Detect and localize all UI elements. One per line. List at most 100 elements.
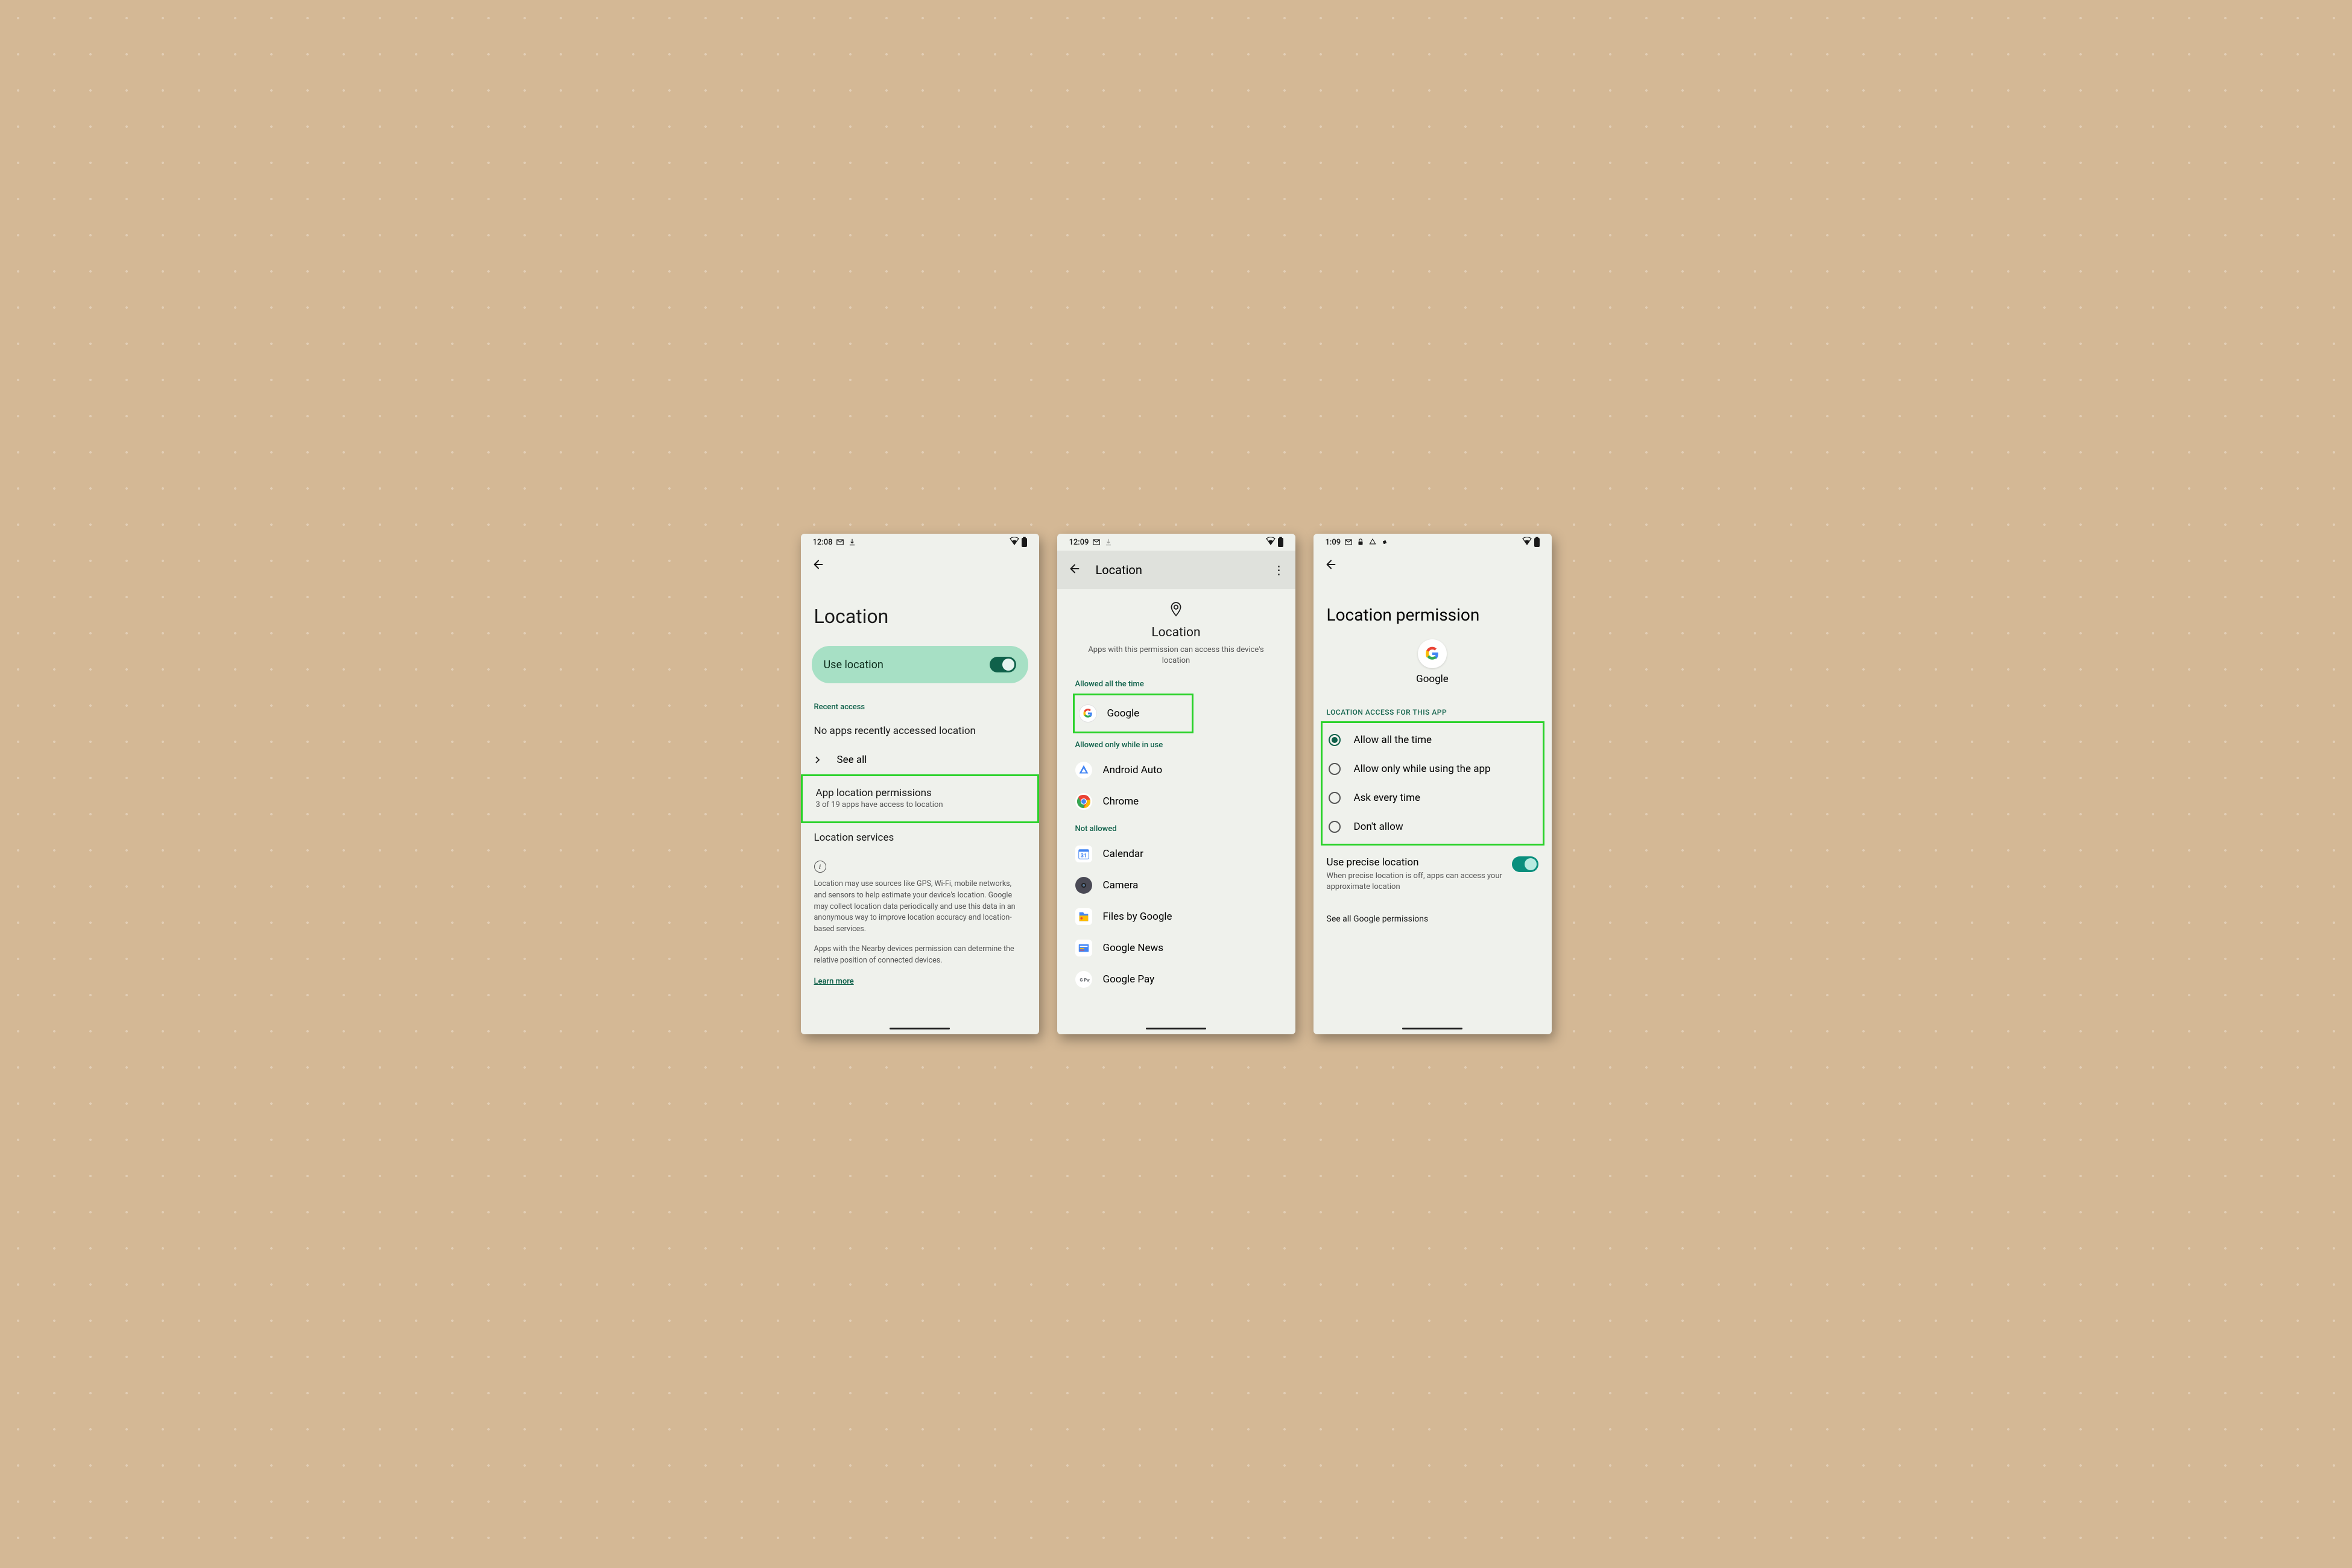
page-title: Location — [801, 581, 1039, 646]
precise-title: Use precise location — [1327, 856, 1506, 868]
header — [801, 551, 1039, 581]
back-arrow-icon[interactable] — [812, 558, 825, 574]
app-google-label: Google — [1107, 707, 1140, 719]
header-title: Location — [1096, 563, 1142, 577]
app-calendar-label: Calendar — [1103, 848, 1143, 860]
radio-icon — [1329, 792, 1341, 804]
app-android-auto-label: Android Auto — [1103, 764, 1163, 776]
header — [1314, 551, 1552, 581]
use-location-label: Use location — [824, 659, 884, 671]
app-google-news[interactable]: Google News — [1075, 932, 1277, 964]
radio-allow-inuse[interactable]: Allow only while using the app — [1329, 754, 1537, 783]
gmail-icon — [1092, 538, 1101, 546]
see-all-label: See all — [837, 754, 867, 766]
download-icon — [1104, 538, 1113, 546]
gmail-icon — [836, 538, 844, 546]
section-not: Not allowed — [1075, 824, 1277, 833]
section-inuse: Allowed only while in use — [1075, 741, 1277, 750]
precise-subtitle: When precise location is off, apps can a… — [1327, 871, 1506, 893]
screen-location-permission: 1:09 Location permission Go — [1314, 534, 1552, 1034]
use-location-toggle-row[interactable]: Use location — [812, 646, 1028, 683]
app-google-pay[interactable]: G Pay Google Pay — [1075, 964, 1277, 995]
status-bar: 1:09 — [1314, 534, 1552, 551]
app-google-pay-label: Google Pay — [1103, 973, 1155, 985]
app-google[interactable]: Google — [1080, 698, 1187, 729]
nav-handle[interactable] — [1402, 1028, 1462, 1029]
location-center-desc: Apps with this permission can access thi… — [1075, 645, 1277, 666]
radio-ask[interactable]: Ask every time — [1329, 783, 1537, 812]
wifi-icon — [1266, 537, 1276, 548]
app-permissions-subtitle: 3 of 19 apps have access to location — [816, 800, 1024, 809]
see-all-button[interactable]: See all — [814, 745, 1026, 774]
svg-text:31: 31 — [1080, 853, 1087, 859]
radio-allow-all[interactable]: Allow all the time — [1329, 726, 1537, 754]
header: Location ⋮ — [1057, 551, 1295, 589]
location-services-row[interactable]: Location services — [814, 823, 1026, 852]
app-files[interactable]: Files by Google — [1075, 901, 1277, 932]
info-icon: i — [814, 861, 826, 873]
app-chrome[interactable]: Chrome — [1075, 786, 1277, 817]
precise-location-row[interactable]: Use precise location When precise locati… — [1327, 846, 1538, 903]
back-arrow-icon[interactable] — [1324, 558, 1338, 574]
app-name-label: Google — [1314, 673, 1552, 685]
google-news-icon — [1075, 940, 1092, 956]
download-icon — [848, 538, 856, 546]
location-access-label: LOCATION ACCESS FOR THIS APP — [1327, 708, 1538, 716]
page-title: Location permission — [1314, 581, 1552, 639]
location-header-block: Location Apps with this permission can a… — [1057, 589, 1295, 675]
app-permissions-title: App location permissions — [816, 787, 1024, 799]
screen-location-settings: 12:08 Location Use location Recent acces… — [801, 534, 1039, 1034]
status-bar: 12:09 — [1057, 534, 1295, 551]
status-time: 1:09 — [1326, 538, 1341, 547]
app-files-label: Files by Google — [1103, 911, 1172, 923]
calendar-icon: 31 — [1075, 846, 1092, 862]
svg-text:G Pay: G Pay — [1080, 978, 1090, 983]
see-all-permissions-link[interactable]: See all Google permissions — [1327, 903, 1538, 924]
status-time: 12:09 — [1069, 538, 1089, 547]
radio-options-highlight: Allow all the time Allow only while usin… — [1321, 721, 1544, 846]
app-permissions-highlight: App location permissions 3 of 19 apps ha… — [801, 774, 1039, 823]
location-center-title: Location — [1075, 625, 1277, 640]
camera-icon — [1075, 877, 1092, 894]
fan-icon — [1380, 538, 1389, 546]
app-header: Google — [1314, 639, 1552, 703]
nav-handle[interactable] — [890, 1028, 950, 1029]
google-app-highlight: Google — [1073, 694, 1193, 733]
app-android-auto[interactable]: Android Auto — [1075, 754, 1277, 786]
battery-icon — [1534, 538, 1540, 547]
app-calendar[interactable]: 31 Calendar — [1075, 838, 1277, 870]
google-pay-icon: G Pay — [1075, 971, 1092, 988]
radio-dont-allow-label: Don't allow — [1354, 821, 1403, 833]
lock-icon — [1356, 538, 1365, 546]
app-camera[interactable]: Camera — [1075, 870, 1277, 901]
location-pin-icon — [1075, 601, 1277, 625]
radio-allow-inuse-label: Allow only while using the app — [1354, 763, 1491, 775]
radio-dont-allow[interactable]: Don't allow — [1329, 812, 1537, 841]
wifi-icon — [1522, 537, 1532, 548]
radio-allow-all-label: Allow all the time — [1354, 734, 1432, 746]
battery-icon — [1022, 538, 1027, 547]
more-icon[interactable]: ⋮ — [1273, 563, 1285, 577]
nav-handle[interactable] — [1146, 1028, 1206, 1029]
google-icon — [1080, 705, 1096, 722]
section-always: Allowed all the time — [1075, 680, 1277, 689]
precise-switch[interactable] — [1512, 856, 1538, 872]
android-auto-icon — [1075, 762, 1092, 779]
files-icon — [1075, 908, 1092, 925]
gmail-icon — [1344, 538, 1353, 546]
app-camera-label: Camera — [1103, 879, 1139, 891]
screen-location-apps: 12:09 Location ⋮ Location Apps with this… — [1057, 534, 1295, 1034]
no-recent-text: No apps recently accessed location — [814, 716, 1026, 745]
app-permissions-row[interactable]: App location permissions 3 of 19 apps ha… — [816, 781, 1024, 818]
learn-more-link[interactable]: Learn more — [814, 977, 854, 986]
wifi-icon — [1010, 537, 1019, 548]
app-google-news-label: Google News — [1103, 942, 1164, 954]
status-bar: 12:08 — [801, 534, 1039, 551]
info-body-2: Apps with the Nearby devices permission … — [814, 944, 1026, 967]
chrome-icon — [1075, 793, 1092, 810]
radio-icon — [1329, 763, 1341, 775]
back-arrow-icon[interactable] — [1068, 562, 1081, 578]
use-location-switch[interactable] — [990, 657, 1016, 672]
recent-access-label: Recent access — [814, 703, 1026, 712]
radio-ask-label: Ask every time — [1354, 792, 1421, 804]
